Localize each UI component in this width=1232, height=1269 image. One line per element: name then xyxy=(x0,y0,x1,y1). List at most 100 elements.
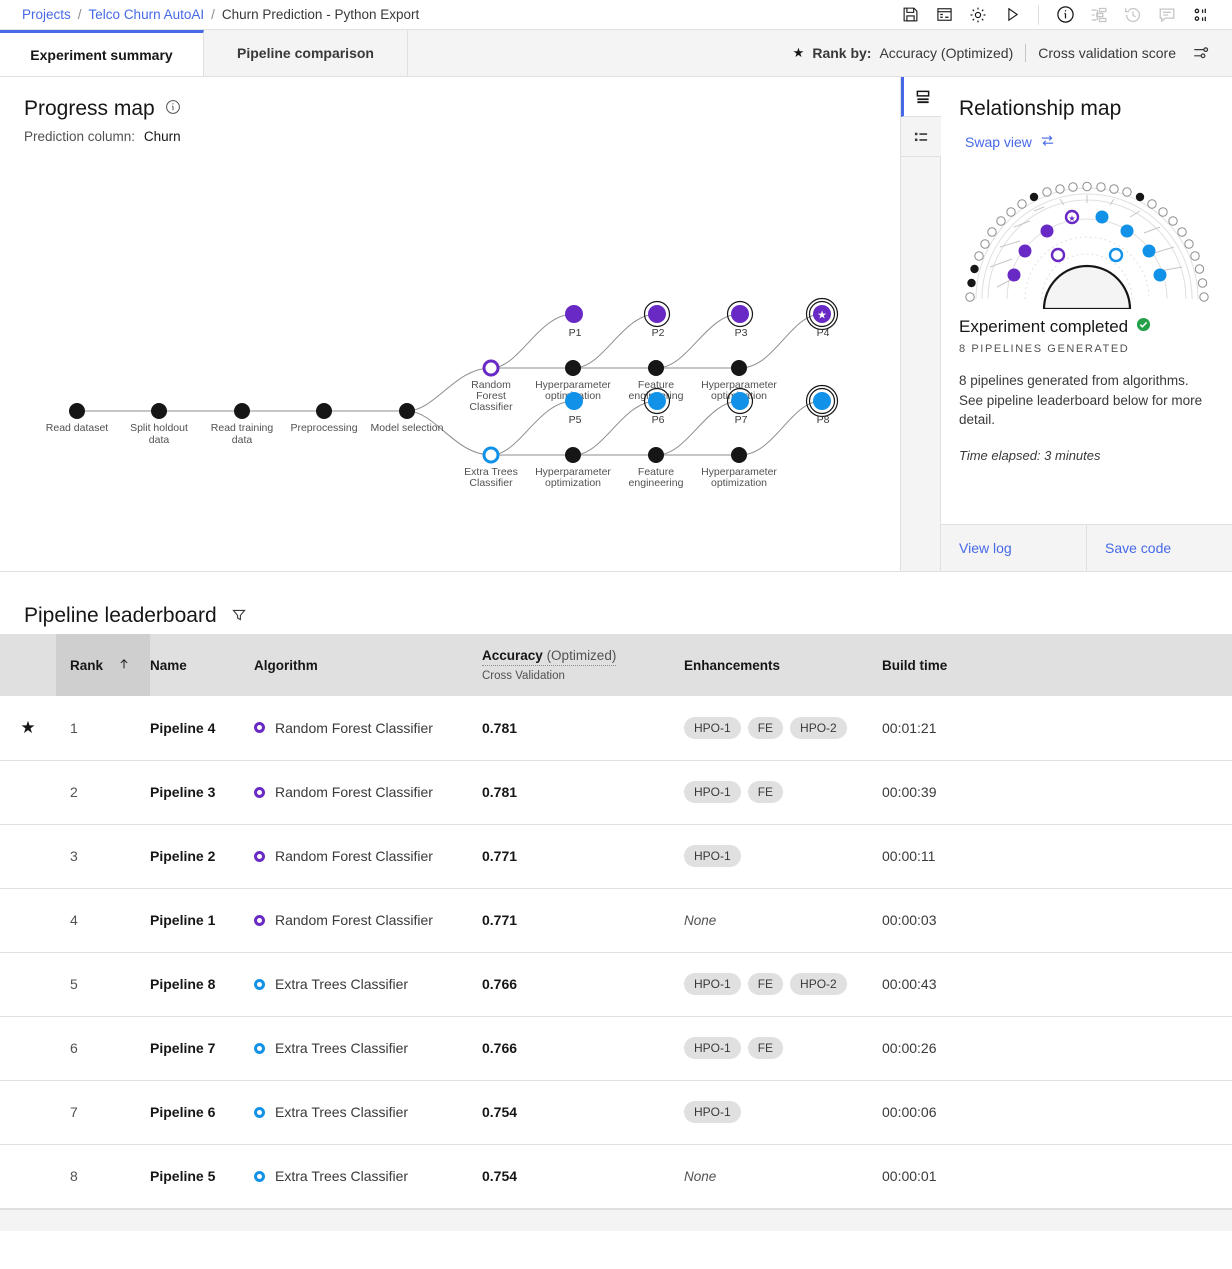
tab-bar: Experiment summary Pipeline comparison ★… xyxy=(0,30,1232,77)
pipeline-node-p2[interactable] xyxy=(643,300,671,328)
map-stage-labels: Read dataset Split holdout data Read tra… xyxy=(46,422,444,446)
col-name[interactable]: Name xyxy=(150,634,254,696)
algorithm-node-extra-trees[interactable] xyxy=(482,446,500,464)
table-row[interactable]: 5 Pipeline 8 Extra Trees Classifier 0.766 HP… xyxy=(0,952,1232,1017)
row-star-cell[interactable] xyxy=(0,1016,56,1081)
col-enhancements[interactable]: Enhancements xyxy=(684,634,882,696)
tab-filler xyxy=(408,30,793,76)
row-star-cell[interactable] xyxy=(0,1080,56,1145)
pipeline-node-p8[interactable] xyxy=(805,384,839,418)
relationship-panel-footer: View log Save code xyxy=(941,524,1232,571)
algorithm-marker-icon xyxy=(254,1106,265,1118)
pipeline-node-p1[interactable] xyxy=(565,305,583,323)
algorithm-marker-icon xyxy=(254,722,265,734)
row-name[interactable]: Pipeline 7 xyxy=(150,1016,254,1081)
pipeline-node-p4[interactable]: ★ xyxy=(805,297,839,331)
table-row[interactable]: 4 Pipeline 1 Random Forest Classifier 0.771… xyxy=(0,888,1232,953)
leaderboard-header-row: Rank Name Algorithm Accuracy (Optimized)… xyxy=(0,634,1232,696)
stage-node-read-training[interactable] xyxy=(234,403,250,419)
stage-label: Preprocessing xyxy=(290,422,357,434)
row-star-cell[interactable] xyxy=(0,824,56,889)
step-node[interactable] xyxy=(731,360,747,376)
relationship-map-title: Relationship map xyxy=(959,97,1122,120)
list-view-icon[interactable] xyxy=(901,117,941,157)
play-icon[interactable] xyxy=(995,0,1029,30)
stage-label: Read training xyxy=(211,422,274,434)
row-name[interactable]: Pipeline 8 xyxy=(150,952,254,1017)
table-row[interactable]: 8 Pipeline 5 Extra Trees Classifier 0.754 No… xyxy=(0,1144,1232,1209)
leaderboard-title: Pipeline leaderboard xyxy=(24,604,217,627)
swap-view-button[interactable]: Swap view xyxy=(941,121,1232,151)
row-accuracy: 0.766 xyxy=(482,1016,684,1081)
stage-node-split-holdout[interactable] xyxy=(151,403,167,419)
algorithm-node-random-forest[interactable] xyxy=(482,359,500,377)
row-name[interactable]: Pipeline 3 xyxy=(150,760,254,825)
notebook-icon[interactable] xyxy=(927,0,961,30)
pipeline-node-p7[interactable] xyxy=(726,387,754,415)
col-algorithm[interactable]: Algorithm xyxy=(254,634,482,696)
step-node[interactable] xyxy=(648,360,664,376)
breadcrumb-item-projects[interactable]: Projects xyxy=(22,7,71,22)
breadcrumb-item-experiment[interactable]: Telco Churn AutoAI xyxy=(89,7,205,22)
table-row[interactable]: 2 Pipeline 3 Random Forest Classifier 0.781… xyxy=(0,760,1232,825)
pipeline-node-p5[interactable] xyxy=(565,392,583,410)
row-accuracy: 0.754 xyxy=(482,1144,684,1209)
info-icon[interactable] xyxy=(165,97,181,121)
row-name[interactable]: Pipeline 4 xyxy=(150,696,254,761)
table-row[interactable]: ★ 1 Pipeline 4 Random Forest Classifier 0.78… xyxy=(0,696,1232,761)
row-star-cell[interactable] xyxy=(0,952,56,1017)
table-row[interactable]: 7 Pipeline 6 Extra Trees Classifier 0.754 HP… xyxy=(0,1080,1232,1145)
col-accuracy[interactable]: Accuracy (Optimized) Cross Validation xyxy=(482,634,684,696)
step-node[interactable] xyxy=(565,360,581,376)
rank-by-divider xyxy=(1025,44,1027,62)
row-name[interactable]: Pipeline 2 xyxy=(150,824,254,889)
pipeline-labels-b: P5 P6 P7 P8 xyxy=(569,414,830,426)
gear-icon[interactable] xyxy=(961,0,995,30)
row-name[interactable]: Pipeline 6 xyxy=(150,1080,254,1145)
row-star-cell[interactable] xyxy=(0,760,56,825)
view-rail xyxy=(901,77,941,571)
step-node[interactable] xyxy=(731,447,747,463)
info-icon[interactable] xyxy=(1048,0,1082,30)
swap-arrows-icon xyxy=(1040,133,1055,151)
leaderboard-body: ★ 1 Pipeline 4 Random Forest Classifier 0.78… xyxy=(0,696,1232,1209)
rank-by-scope[interactable]: Cross validation score xyxy=(1038,45,1176,61)
pipeline-node-p6[interactable] xyxy=(643,387,671,415)
relationship-map-graphic[interactable]: ★ xyxy=(941,159,1232,309)
pipeline-node-p3[interactable] xyxy=(726,300,754,328)
row-rank: 1 xyxy=(56,696,150,761)
stage-node-read-dataset[interactable] xyxy=(69,403,85,419)
pipelines-generated-count: 8 pipelines generated xyxy=(959,343,1130,355)
main-content: Progress map Prediction column: Churn Re… xyxy=(0,77,1232,572)
algorithm-marker-icon xyxy=(254,978,265,990)
filter-icon[interactable] xyxy=(231,607,247,626)
swap-view-label: Swap view xyxy=(965,134,1032,150)
view-log-button[interactable]: View log xyxy=(941,525,1086,571)
row-star-cell[interactable] xyxy=(0,888,56,953)
save-icon[interactable] xyxy=(893,0,927,30)
stage-node-preprocessing[interactable] xyxy=(316,403,332,419)
rank-by-metric[interactable]: Accuracy (Optimized) xyxy=(879,45,1013,61)
table-row[interactable]: 6 Pipeline 7 Extra Trees Classifier 0.766 HP… xyxy=(0,1016,1232,1081)
row-star-cell[interactable] xyxy=(0,1144,56,1209)
row-name[interactable]: Pipeline 1 xyxy=(150,888,254,953)
panel-view-icon[interactable] xyxy=(901,77,941,117)
step-node[interactable] xyxy=(648,447,664,463)
tab-pipeline-comparison[interactable]: Pipeline comparison xyxy=(204,30,408,76)
tab-experiment-summary[interactable]: Experiment summary xyxy=(0,30,204,76)
row-enhancements: HPO-1 FE xyxy=(684,760,882,825)
stage-node-model-selection[interactable] xyxy=(399,403,415,419)
grid-icon[interactable] xyxy=(1184,0,1218,30)
pipeline-label: P2 xyxy=(652,327,665,339)
col-rank[interactable]: Rank xyxy=(56,634,150,696)
pipeline-labels-a: P1 P2 P3 P4 xyxy=(569,327,830,339)
save-code-button[interactable]: Save code xyxy=(1086,525,1232,571)
row-name[interactable]: Pipeline 5 xyxy=(150,1144,254,1209)
step-node[interactable] xyxy=(565,447,581,463)
sliders-icon[interactable] xyxy=(1184,38,1218,68)
algorithm-marker-icon xyxy=(254,914,265,926)
enhancement-tag: HPO-1 xyxy=(684,1101,741,1123)
row-star-cell[interactable]: ★ xyxy=(0,696,56,761)
col-build-time[interactable]: Build time xyxy=(882,634,1232,696)
table-row[interactable]: 3 Pipeline 2 Random Forest Classifier 0.771… xyxy=(0,824,1232,889)
